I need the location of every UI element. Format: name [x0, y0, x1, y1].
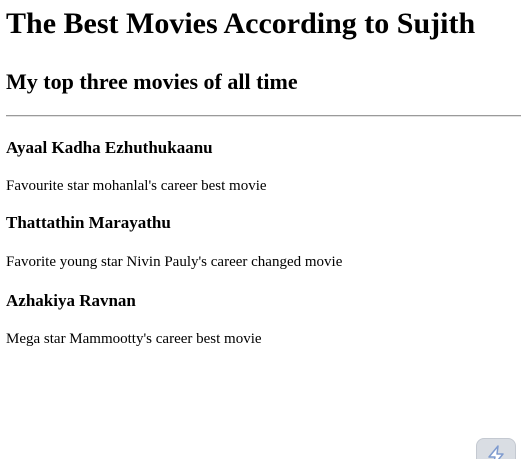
- lightning-bolt-icon: [485, 445, 507, 459]
- page-title: The Best Movies According to Sujith: [6, 7, 476, 40]
- page: The Best Movies According to Sujith My t…: [0, 7, 527, 459]
- movie-title-2: Thattathin Marayathu: [6, 213, 171, 232]
- movie-title-1: Ayaal Kadha Ezhuthukaanu: [6, 138, 213, 157]
- movie-description-3: Mega star Mammootty's career best movie: [6, 331, 262, 347]
- movie-title-3: Azhakiya Ravnan: [6, 291, 136, 310]
- movie-description-1: Favourite star mohanlal's career best mo…: [6, 178, 267, 194]
- page-subtitle: My top three movies of all time: [6, 69, 298, 94]
- divider: [6, 115, 521, 117]
- movie-list: Ayaal Kadha Ezhuthukaanu Favourite star …: [6, 138, 521, 348]
- corner-widget-button[interactable]: [476, 438, 516, 459]
- movie-description-2: Favorite young star Nivin Pauly's career…: [6, 254, 343, 270]
